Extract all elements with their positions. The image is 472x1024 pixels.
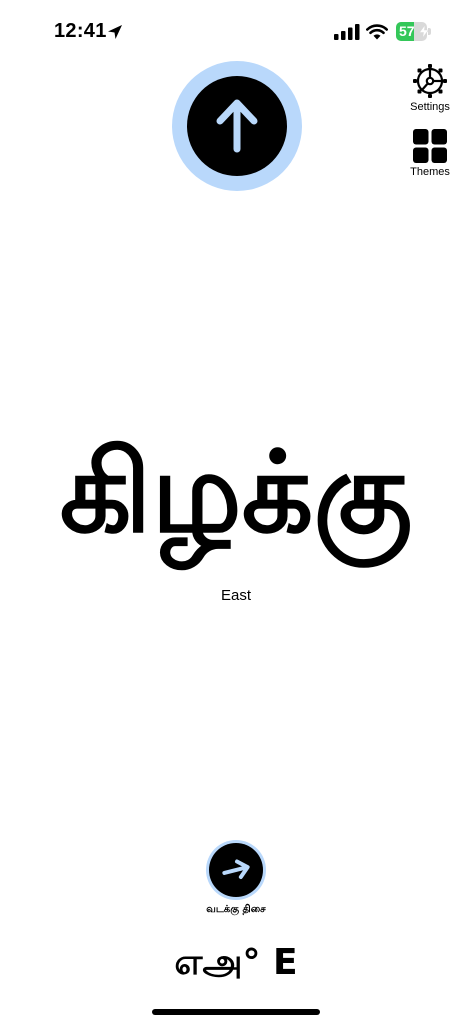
heading-readout: எஅ° E xyxy=(174,942,298,983)
compass-main[interactable] xyxy=(172,61,302,191)
battery-indicator: 57 xyxy=(396,22,432,41)
compass-main-dial xyxy=(187,76,287,176)
wifi-icon xyxy=(366,24,388,40)
themes-button[interactable]: Themes xyxy=(400,129,460,178)
settings-label: Settings xyxy=(410,101,450,113)
compass-secondary[interactable] xyxy=(206,840,266,900)
status-time: 12:41 xyxy=(54,20,107,42)
direction-name-tamil: கிழக்கு xyxy=(59,428,413,558)
battery-cap xyxy=(428,28,431,35)
themes-label: Themes xyxy=(410,166,450,178)
arrow-right-icon xyxy=(222,859,250,880)
battery-level: 57 xyxy=(399,23,415,39)
settings-button[interactable]: Settings xyxy=(400,64,460,113)
compass-secondary-dial xyxy=(209,843,263,897)
direction-name-english: East xyxy=(220,587,251,604)
settings-gear-icon xyxy=(413,64,447,98)
home-indicator[interactable] xyxy=(152,1009,320,1015)
status-bar: 12:41 57 xyxy=(0,0,472,60)
secondary-caption: வடக்கு திசை xyxy=(206,904,266,915)
themes-grid-icon xyxy=(413,129,447,163)
arrow-up-icon xyxy=(216,99,258,153)
cellular-signal-icon xyxy=(334,24,360,40)
location-arrow-icon xyxy=(108,25,122,39)
